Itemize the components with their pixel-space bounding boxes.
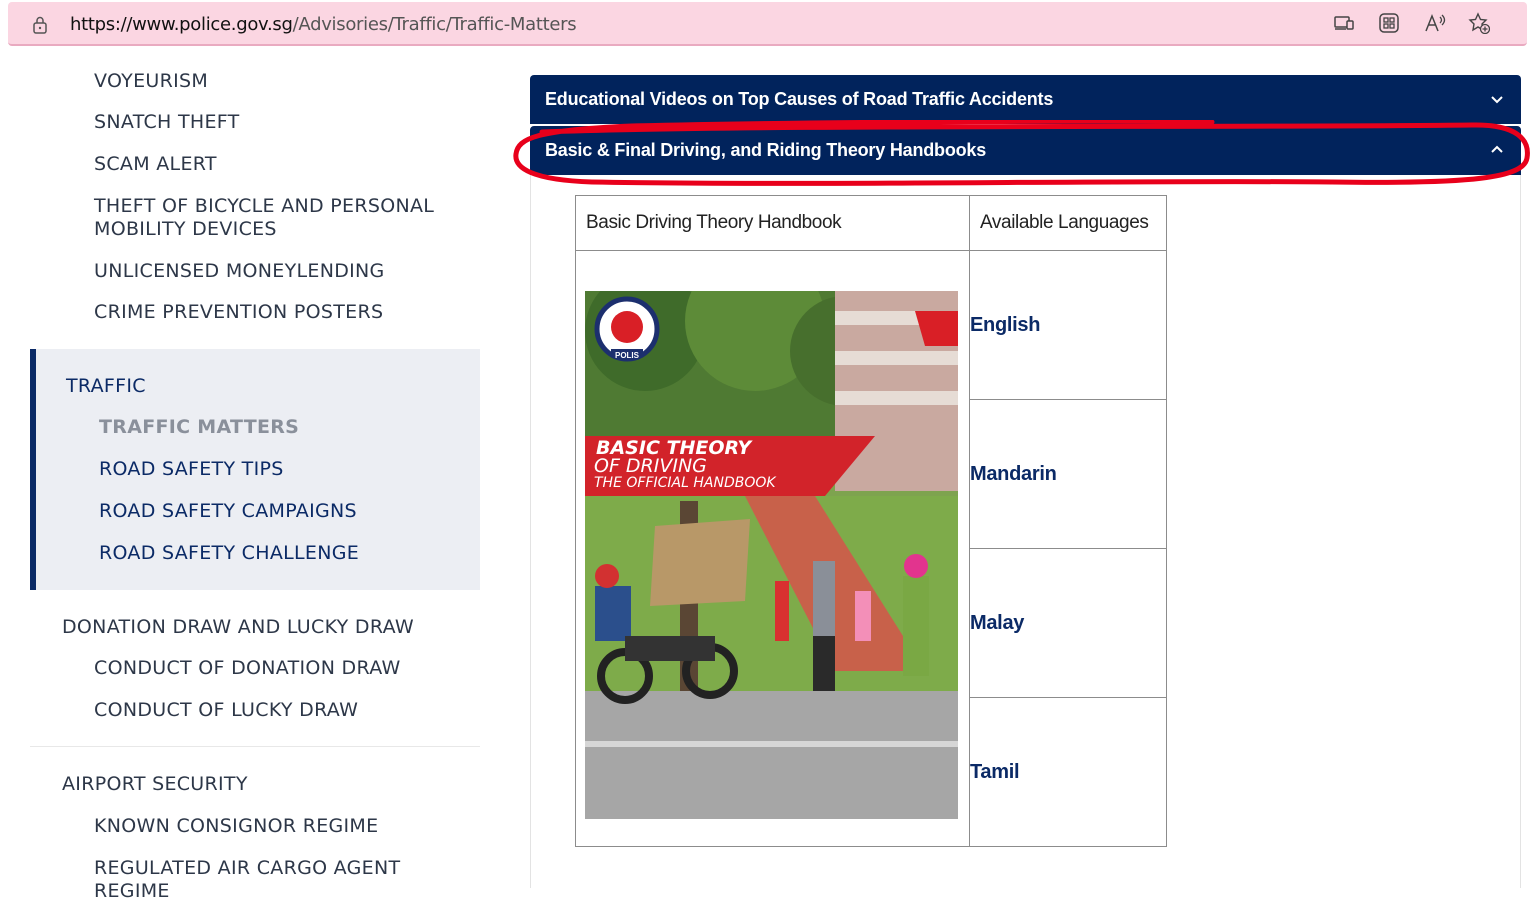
sidebar-item-crime-prevention-posters[interactable]: CRIME PREVENTION POSTERS	[94, 301, 454, 324]
table-header-languages: Available Languages	[969, 195, 1167, 251]
cover-subtitle: THE OFFICIAL HANDBOOK	[594, 475, 776, 491]
accordion-educational-videos[interactable]: Educational Videos on Top Causes of Road…	[530, 75, 1521, 124]
browser-toolbar: https://www.police.gov.sg/Advisories/Tra…	[0, 0, 1533, 50]
read-aloud-icon[interactable]	[1424, 12, 1446, 34]
table-header-handbook: Basic Driving Theory Handbook	[575, 195, 970, 251]
sidebar-item-traffic-matters[interactable]: TRAFFIC MATTERS	[99, 416, 299, 439]
sidebar-item-unlicensed-moneylending[interactable]: UNLICENSED MONEYLENDING	[94, 260, 454, 283]
chevron-up-icon	[1491, 145, 1503, 153]
seal-text: POLIS	[614, 351, 639, 360]
url-path: /Advisories/Traffic/Traffic-Matters	[292, 14, 577, 35]
language-link-malay[interactable]: Malay	[969, 548, 1167, 698]
accordion-title: Basic & Final Driving, and Riding Theory…	[545, 140, 987, 160]
accordion-title: Educational Videos on Top Causes of Road…	[545, 89, 1054, 109]
cover-cell: POLIS BASIC THEORY OF DRIVING THE OFFICI…	[575, 250, 970, 847]
favorite-add-icon[interactable]	[1468, 12, 1490, 34]
chevron-down-icon	[1491, 96, 1503, 104]
sidebar-item-road-safety-challenge[interactable]: ROAD SAFETY CHALLENGE	[99, 542, 359, 565]
sidebar-item-conduct-donation-draw[interactable]: CONDUCT OF DONATION DRAW	[94, 657, 454, 680]
url-host: https://www.police.gov.sg	[70, 14, 293, 35]
sidebar-item-known-consignor-regime[interactable]: KNOWN CONSIGNOR REGIME	[94, 815, 454, 838]
accordion-theory-handbooks[interactable]: Basic & Final Driving, and Riding Theory…	[530, 126, 1521, 175]
sidebar-item-scam-alert[interactable]: SCAM ALERT	[94, 153, 454, 176]
sidebar-item-regulated-air-cargo-agent[interactable]: REGULATED AIR CARGO AGENT REGIME	[94, 857, 454, 903]
sidebar-item-airport-security[interactable]: AIRPORT SECURITY	[62, 773, 248, 796]
language-link-tamil[interactable]: Tamil	[969, 697, 1167, 847]
sidebar-item-donation-draw[interactable]: DONATION DRAW AND LUCKY DRAW	[62, 616, 414, 639]
sidebar-item-voyeurism[interactable]: VOYEURISM	[94, 70, 454, 93]
sidebar-item-road-safety-tips[interactable]: ROAD SAFETY TIPS	[99, 458, 284, 481]
address-bar[interactable]: https://www.police.gov.sg/Advisories/Tra…	[8, 2, 1527, 46]
sidebar-item-snatch-theft[interactable]: SNATCH THEFT	[94, 111, 454, 134]
sidebar-item-theft-of-bicycle[interactable]: THEFT OF BICYCLE AND PERSONAL MOBILITY D…	[94, 195, 454, 241]
handbook-cover-image[interactable]: POLIS BASIC THEORY OF DRIVING THE OFFICI…	[585, 291, 958, 819]
sidebar-nav: VOYEURISM SNATCH THEFT SCAM ALERT THEFT …	[0, 50, 520, 902]
device-icon[interactable]	[1333, 12, 1355, 34]
apps-icon[interactable]	[1378, 12, 1400, 34]
sidebar-section-traffic: TRAFFIC TRAFFIC MATTERS ROAD SAFETY TIPS…	[30, 349, 480, 590]
sidebar-item-road-safety-campaigns[interactable]: ROAD SAFETY CAMPAIGNS	[99, 500, 357, 523]
lock-icon[interactable]	[32, 16, 48, 34]
cover-illustration	[585, 291, 958, 819]
sidebar-item-traffic[interactable]: TRAFFIC	[66, 375, 146, 398]
language-link-english[interactable]: English	[969, 250, 1167, 400]
language-link-mandarin[interactable]: Mandarin	[969, 399, 1167, 549]
handbook-table: Basic Driving Theory Handbook Available …	[575, 195, 1167, 847]
sidebar-item-conduct-lucky-draw[interactable]: CONDUCT OF LUCKY DRAW	[94, 699, 454, 722]
sidebar-divider	[30, 746, 480, 747]
url-text[interactable]: https://www.police.gov.sg/Advisories/Tra…	[70, 14, 577, 35]
cover-title-line2: OF DRIVING	[594, 455, 707, 477]
